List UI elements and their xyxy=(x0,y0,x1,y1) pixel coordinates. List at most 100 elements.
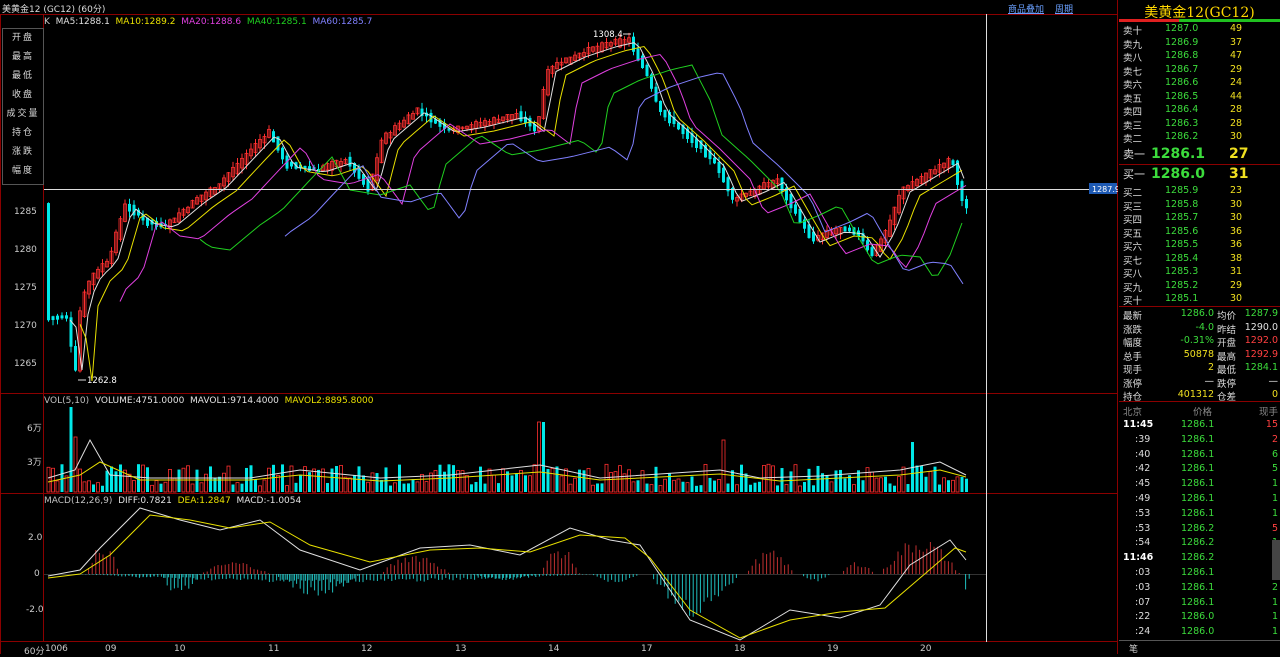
volume-bar xyxy=(888,483,892,492)
bid-qty: 23 xyxy=(1230,185,1243,196)
bid-level[interactable]: 买四 1285.7 30 xyxy=(1119,212,1280,226)
tick-qty: 1 xyxy=(1271,611,1278,623)
ask-price: 1286.3 xyxy=(1165,117,1199,129)
tick-row: :45 1286.1 1 xyxy=(1119,478,1280,491)
stat-value: 2 xyxy=(1207,362,1214,373)
ask-level[interactable]: 卖四 1286.4 28 xyxy=(1119,104,1280,118)
stat-label: 涨停 xyxy=(1123,378,1143,390)
ma20-label: MA20:1288.6 xyxy=(181,17,242,27)
info-low: 最低 xyxy=(11,71,34,81)
tick-row: :07 1286.1 1 xyxy=(1119,597,1280,610)
bid-level[interactable]: 买三 1285.8 30 xyxy=(1119,199,1280,213)
tick-price: 1286.2 xyxy=(1181,537,1215,549)
tick-row: :03 1286.1 2 xyxy=(1119,582,1280,595)
mavol1-value: MAVOL1:9714.4000 xyxy=(190,396,279,406)
ask-price: 1286.4 xyxy=(1165,104,1199,115)
volume-bar xyxy=(240,483,244,492)
volume-bar xyxy=(776,485,779,492)
volume-bar xyxy=(380,480,383,492)
ask-qty: 29 xyxy=(1230,63,1243,75)
volume-legend: VOL(5,10) VOLUME:4751.0000 MAVOL1:9714.4… xyxy=(44,396,374,406)
tick-price: 1286.1 xyxy=(1181,433,1215,445)
volume-bar xyxy=(807,468,811,492)
volume-bar xyxy=(753,482,757,492)
volume-bar xyxy=(510,475,514,492)
ticks-header: 北京 价格 现手 xyxy=(1119,404,1280,418)
bid-price: 1285.6 xyxy=(1165,225,1199,237)
period-link[interactable]: 周期 xyxy=(1055,2,1073,15)
candle-body xyxy=(60,315,64,319)
volume-bar xyxy=(861,480,865,492)
stat-row: 涨停 — 跌停 — xyxy=(1119,375,1280,390)
bid-price: 1285.2 xyxy=(1165,279,1199,291)
candle-body xyxy=(348,156,352,167)
ask-level[interactable]: 卖十 1287.0 49 xyxy=(1119,23,1280,37)
bid-level[interactable]: 买十 1285.1 30 xyxy=(1119,293,1280,307)
tick-qty: 1 xyxy=(1271,626,1278,638)
volume-bar xyxy=(681,481,685,492)
stat-value: — xyxy=(1204,375,1215,387)
volume-bar xyxy=(843,478,847,492)
bid-level[interactable]: 买六 1285.5 36 xyxy=(1119,239,1280,253)
price-tick: 1270 xyxy=(14,321,37,331)
bid-level[interactable]: 买二 1285.9 23 xyxy=(1119,185,1280,199)
volume-bar xyxy=(740,464,743,492)
bid-level[interactable]: 买九 1285.2 29 xyxy=(1119,279,1280,294)
candle-body xyxy=(56,315,59,320)
macd-tick: 0 xyxy=(34,569,40,579)
tick-footer[interactable]: 笔 xyxy=(1119,640,1280,655)
stat-label: 最高 xyxy=(1217,351,1237,363)
price-tick: 1280 xyxy=(14,245,37,255)
tick-qty: 1 xyxy=(1271,596,1278,608)
volume-bar xyxy=(834,470,838,492)
candle-body xyxy=(636,48,640,61)
ask-level[interactable]: 卖八 1286.8 47 xyxy=(1119,50,1280,64)
tick-scrollbar[interactable] xyxy=(1272,540,1280,580)
ask-level[interactable]: 卖六 1286.6 24 xyxy=(1119,77,1280,91)
bid-level[interactable]: 买七 1285.4 38 xyxy=(1119,253,1280,267)
tick-time: 11:45 xyxy=(1123,419,1154,430)
ask-level[interactable]: 卖二 1286.2 30 xyxy=(1119,131,1280,145)
tick-time: :39 xyxy=(1135,433,1151,445)
quote-panel: 美黄金12(GC12) 卖十 1287.0 49 卖九 1286.9 37 卖八… xyxy=(1119,0,1280,655)
volume-bar xyxy=(389,485,392,492)
bid-label: 买十 xyxy=(1123,296,1143,307)
candle-body xyxy=(65,315,68,319)
volume-bar xyxy=(69,407,73,492)
tick-price: 1286.1 xyxy=(1181,419,1215,430)
bid-level[interactable]: 买五 1285.6 36 xyxy=(1119,225,1280,240)
stat-value: 0 xyxy=(1271,389,1278,400)
tick-time: :40 xyxy=(1135,448,1151,460)
info-change: 涨跌 xyxy=(11,147,34,157)
tick-row: :22 1286.0 1 xyxy=(1119,611,1280,624)
x-tick: 17 xyxy=(641,644,653,654)
x-tick: 1006 xyxy=(45,644,68,654)
stat-label: 最新 xyxy=(1123,311,1143,322)
volume-bar xyxy=(668,472,671,492)
volume-bar xyxy=(105,470,109,492)
bid-level[interactable]: 买八 1285.3 31 xyxy=(1119,266,1280,280)
volume-bar xyxy=(209,466,212,492)
kline-chart[interactable]: 1287.9 1262.8 1308.4 xyxy=(0,0,1118,654)
overlay-link[interactable]: 商品叠加 xyxy=(1008,2,1044,15)
tick-price: 1286.2 xyxy=(1181,522,1215,534)
volume-bar xyxy=(924,476,928,492)
stat-row: 涨跌 -4.0 昨结 1290.0 xyxy=(1119,321,1280,336)
vol-tick: 3万 xyxy=(27,458,42,468)
volume-bar xyxy=(731,470,734,492)
volume-bar xyxy=(294,482,298,492)
bid-level[interactable]: 买一 1286.0 31 xyxy=(1119,166,1280,183)
ma10-label: MA10:1289.2 xyxy=(115,17,176,27)
bid-label: 买三 xyxy=(1123,201,1143,213)
ask-qty: 28 xyxy=(1230,117,1243,129)
ask-level[interactable]: 卖九 1286.9 37 xyxy=(1119,37,1280,51)
volume-bar xyxy=(600,483,604,492)
stat-value: 50878 xyxy=(1183,348,1214,360)
ask-level[interactable]: 卖三 1286.3 28 xyxy=(1119,117,1280,132)
ask-level[interactable]: 卖五 1286.5 44 xyxy=(1119,91,1280,105)
tick-time: 11:46 xyxy=(1123,552,1154,564)
ask-level[interactable]: 卖七 1286.7 29 xyxy=(1119,63,1280,78)
ask-level[interactable]: 卖一 1286.1 27 xyxy=(1119,146,1280,163)
stat-value: -4.0 xyxy=(1195,321,1214,333)
tick-row: :24 1286.0 1 xyxy=(1119,626,1280,639)
